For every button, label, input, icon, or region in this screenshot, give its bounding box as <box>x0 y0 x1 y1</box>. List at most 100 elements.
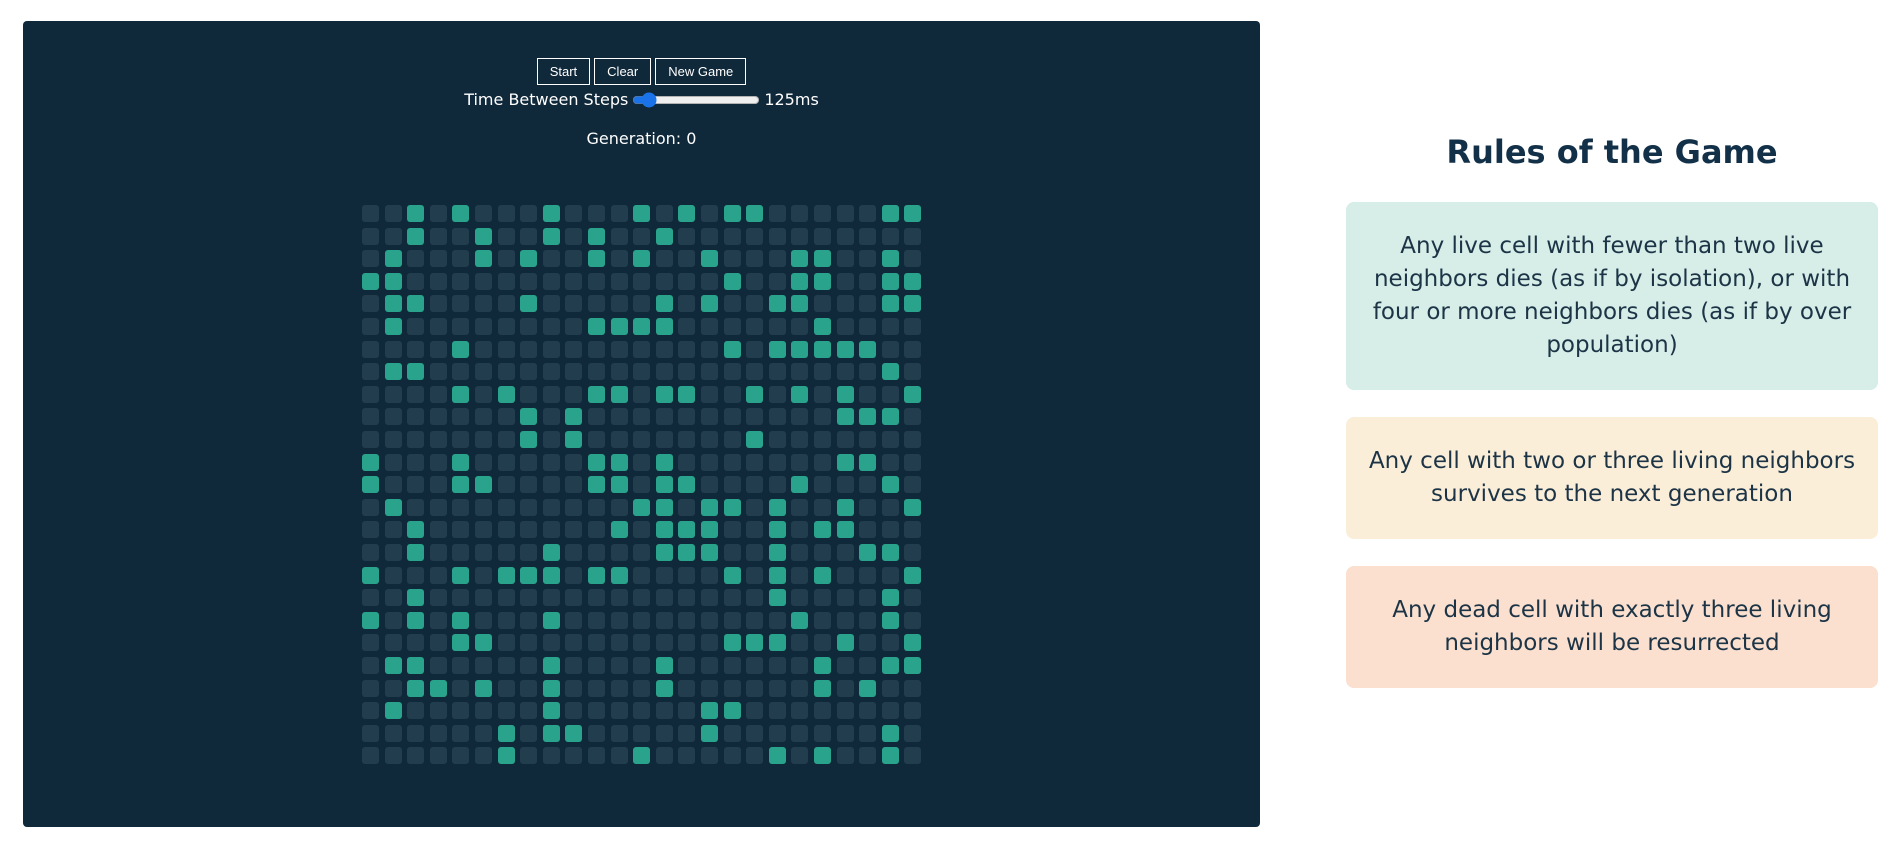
grid-cell-alive[interactable] <box>407 521 425 539</box>
grid-cell-dead[interactable] <box>701 589 718 607</box>
start-button[interactable]: Start <box>536 58 591 85</box>
grid-cell-alive[interactable] <box>701 702 718 720</box>
grid-cell-dead[interactable] <box>475 724 492 742</box>
grid-cell-dead[interactable] <box>904 250 922 268</box>
grid-cell-dead[interactable] <box>678 702 696 720</box>
grid-cell-dead[interactable] <box>859 295 877 313</box>
grid-cell-alive[interactable] <box>407 227 425 245</box>
grid-cell-dead[interactable] <box>859 250 877 268</box>
grid-cell-dead[interactable] <box>542 408 560 426</box>
grid-cell-dead[interactable] <box>429 476 447 494</box>
grid-cell-alive[interactable] <box>520 431 538 448</box>
grid-cell-dead[interactable] <box>904 318 922 335</box>
grid-cell-dead[interactable] <box>610 431 628 448</box>
grid-cell-dead[interactable] <box>475 340 492 358</box>
grid-cell-dead[interactable] <box>565 205 583 222</box>
grid-cell-dead[interactable] <box>610 272 628 290</box>
grid-cell-dead[interactable] <box>384 611 402 629</box>
grid-cell-dead[interactable] <box>814 476 831 494</box>
grid-cell-dead[interactable] <box>859 521 877 539</box>
grid-cell-alive[interactable] <box>588 250 605 268</box>
grid-cell-dead[interactable] <box>429 566 447 584</box>
grid-cell-alive[interactable] <box>814 657 831 674</box>
grid-cell-dead[interactable] <box>588 272 605 290</box>
grid-cell-dead[interactable] <box>588 634 605 652</box>
grid-cell-dead[interactable] <box>881 227 899 245</box>
grid-cell-dead[interactable] <box>633 679 651 697</box>
grid-cell-dead[interactable] <box>881 453 899 471</box>
grid-cell-dead[interactable] <box>678 724 696 742</box>
grid-cell-dead[interactable] <box>904 611 922 629</box>
grid-cell-dead[interactable] <box>746 544 764 561</box>
grid-cell-dead[interactable] <box>565 702 583 720</box>
grid-cell-dead[interactable] <box>904 453 922 471</box>
grid-cell-alive[interactable] <box>655 295 673 313</box>
grid-cell-dead[interactable] <box>475 498 492 516</box>
grid-cell-dead[interactable] <box>701 657 718 674</box>
grid-cell-dead[interactable] <box>384 566 402 584</box>
grid-cell-dead[interactable] <box>633 724 651 742</box>
grid-cell-dead[interactable] <box>520 544 538 561</box>
grid-cell-dead[interactable] <box>475 205 492 222</box>
grid-cell-alive[interactable] <box>768 295 786 313</box>
grid-cell-dead[interactable] <box>610 295 628 313</box>
grid-cell-dead[interactable] <box>429 205 447 222</box>
grid-cell-dead[interactable] <box>362 250 379 268</box>
grid-cell-dead[interactable] <box>768 227 786 245</box>
grid-cell-dead[interactable] <box>655 724 673 742</box>
grid-cell-alive[interactable] <box>904 272 922 290</box>
grid-cell-dead[interactable] <box>542 453 560 471</box>
grid-cell-dead[interactable] <box>859 272 877 290</box>
grid-cell-alive[interactable] <box>497 747 515 765</box>
grid-cell-alive[interactable] <box>881 295 899 313</box>
grid-cell-dead[interactable] <box>768 657 786 674</box>
grid-cell-dead[interactable] <box>723 724 741 742</box>
grid-cell-alive[interactable] <box>836 408 854 426</box>
grid-cell-dead[interactable] <box>746 657 764 674</box>
grid-cell-dead[interactable] <box>497 634 515 652</box>
grid-cell-dead[interactable] <box>814 544 831 561</box>
grid-cell-alive[interactable] <box>655 453 673 471</box>
grid-cell-dead[interactable] <box>678 679 696 697</box>
grid-cell-dead[interactable] <box>791 566 809 584</box>
grid-cell-dead[interactable] <box>452 363 470 381</box>
grid-cell-dead[interactable] <box>407 318 425 335</box>
grid-cell-dead[interactable] <box>452 521 470 539</box>
grid-cell-dead[interactable] <box>362 657 379 674</box>
grid-cell-alive[interactable] <box>904 634 922 652</box>
grid-cell-dead[interactable] <box>610 227 628 245</box>
grid-cell-dead[interactable] <box>701 408 718 426</box>
grid-cell-dead[interactable] <box>610 634 628 652</box>
grid-cell-dead[interactable] <box>678 272 696 290</box>
grid-cell-dead[interactable] <box>588 679 605 697</box>
grid-cell-alive[interactable] <box>791 295 809 313</box>
grid-cell-dead[interactable] <box>452 250 470 268</box>
grid-cell-dead[interactable] <box>791 747 809 765</box>
grid-cell-dead[interactable] <box>859 702 877 720</box>
grid-cell-dead[interactable] <box>814 363 831 381</box>
grid-cell-dead[interactable] <box>384 679 402 697</box>
grid-cell-dead[interactable] <box>633 589 651 607</box>
grid-cell-dead[interactable] <box>814 408 831 426</box>
grid-cell-alive[interactable] <box>723 566 741 584</box>
grid-cell-dead[interactable] <box>768 431 786 448</box>
grid-cell-alive[interactable] <box>814 272 831 290</box>
grid-cell-dead[interactable] <box>633 453 651 471</box>
grid-cell-dead[interactable] <box>768 679 786 697</box>
grid-cell-dead[interactable] <box>881 385 899 403</box>
grid-cell-dead[interactable] <box>520 227 538 245</box>
grid-cell-dead[interactable] <box>497 498 515 516</box>
grid-cell-dead[interactable] <box>520 702 538 720</box>
grid-cell-alive[interactable] <box>610 521 628 539</box>
grid-cell-dead[interactable] <box>542 318 560 335</box>
grid-cell-dead[interactable] <box>475 363 492 381</box>
grid-cell-dead[interactable] <box>384 340 402 358</box>
grid-cell-dead[interactable] <box>588 431 605 448</box>
grid-cell-dead[interactable] <box>565 295 583 313</box>
grid-cell-dead[interactable] <box>362 702 379 720</box>
grid-cell-alive[interactable] <box>836 340 854 358</box>
grid-cell-dead[interactable] <box>836 227 854 245</box>
grid-cell-dead[interactable] <box>768 724 786 742</box>
grid-cell-dead[interactable] <box>362 318 379 335</box>
grid-cell-dead[interactable] <box>384 634 402 652</box>
